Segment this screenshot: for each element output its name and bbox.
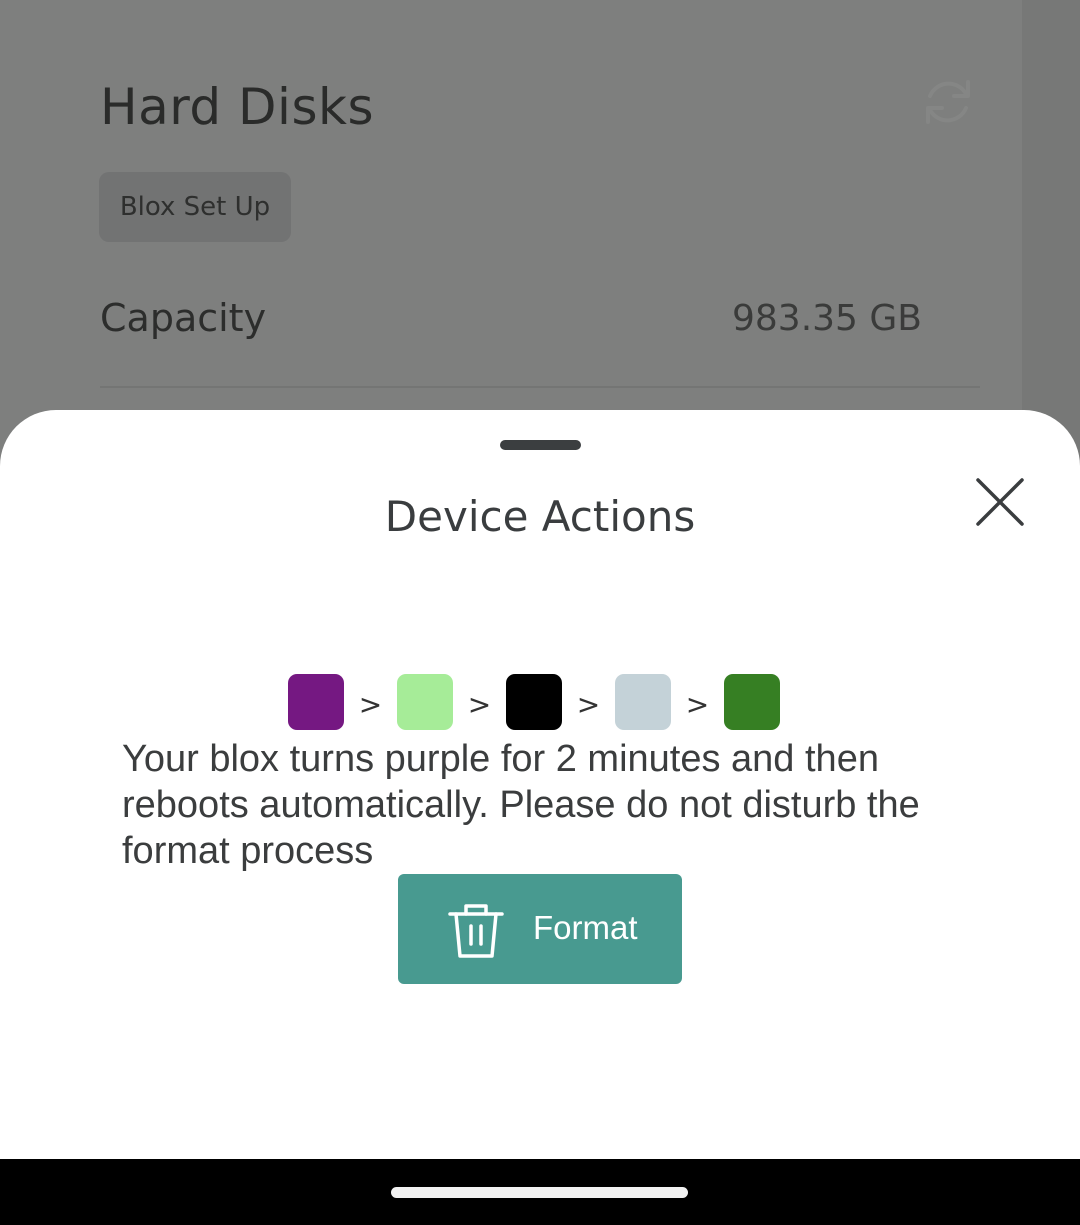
device-actions-sheet: Device Actions > > > > Your blox turns p… bbox=[0, 410, 1080, 1160]
system-nav-bar bbox=[0, 1159, 1080, 1225]
screen: Hard Disks Blox Set Up Capacity 983.35 G… bbox=[0, 0, 1080, 1225]
sheet-drag-handle[interactable] bbox=[500, 440, 581, 450]
sheet-title: Device Actions bbox=[384, 492, 696, 541]
home-indicator[interactable] bbox=[391, 1187, 688, 1198]
format-instructions: Your blox turns purple for 2 minutes and… bbox=[122, 738, 920, 872]
sequence-arrow: > bbox=[467, 687, 492, 721]
color-swatch-purple bbox=[288, 674, 344, 730]
divider bbox=[100, 386, 980, 388]
trash-icon bbox=[446, 900, 506, 960]
led-color-sequence: > > > > bbox=[288, 674, 780, 730]
close-icon[interactable] bbox=[970, 472, 1030, 532]
color-swatch-light-green bbox=[397, 674, 453, 730]
page-title: Hard Disks bbox=[100, 78, 374, 136]
capacity-label: Capacity bbox=[100, 296, 267, 340]
format-button-label: Format bbox=[533, 909, 638, 946]
sequence-arrow: > bbox=[576, 687, 601, 721]
format-button[interactable]: Format bbox=[398, 874, 682, 984]
color-swatch-green bbox=[724, 674, 780, 730]
refresh-icon[interactable] bbox=[918, 72, 978, 132]
sequence-arrow: > bbox=[358, 687, 383, 721]
sequence-arrow: > bbox=[685, 687, 710, 721]
color-swatch-black bbox=[506, 674, 562, 730]
capacity-value: 983.35 GB bbox=[731, 298, 922, 339]
blox-setup-chip[interactable]: Blox Set Up bbox=[99, 172, 291, 242]
color-swatch-light-gray bbox=[615, 674, 671, 730]
